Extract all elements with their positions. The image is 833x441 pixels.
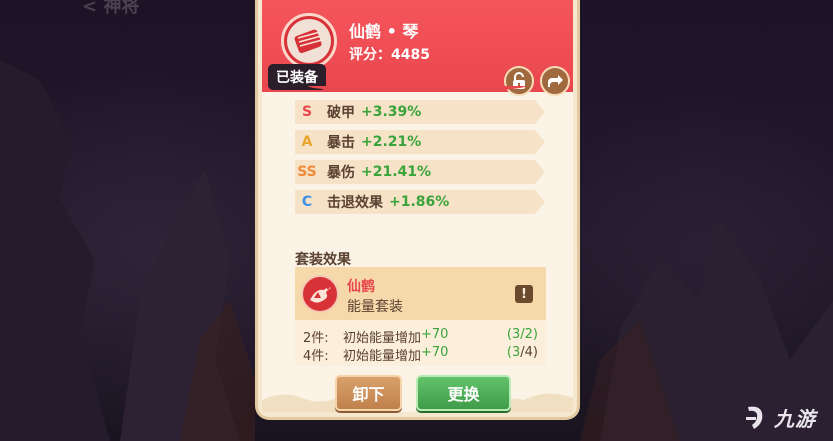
set-effect-header: 仙鹤 能量套装 ! [295,267,546,320]
replace-button[interactable]: 更换 [416,375,511,411]
bonus-text: 初始能量增加 [343,331,422,346]
set-name: 仙鹤 [347,279,375,295]
stat-name: 破甲 [327,105,355,121]
card-body: 仙鹤 • 琴 评分：4485 已装备 S 破甲 +3.39% A 暴击 +2.2… [262,0,573,412]
stat-value: +1.86% [389,194,450,210]
stat-grade: C [301,194,313,210]
bonus-progress-required: /2) [520,327,538,342]
stat-row: C 击退效果 +1.86% [295,190,545,214]
stat-row: SS 暴伤 +21.41% [295,160,545,184]
stat-grade: SS [297,164,317,180]
equipment-detail-card: 仙鹤 • 琴 评分：4485 已装备 S 破甲 +3.39% A 暴击 +2.2… [255,0,580,420]
set-bonus-row: 4件: 初始能量增加 +70 (3/4) [303,345,538,364]
stat-name: 暴伤 [327,165,355,181]
score-value: 4485 [391,47,430,63]
stat-value: +2.21% [361,134,422,150]
watermark-text: 九游 [774,406,816,431]
stat-name: 击退效果 [327,195,383,211]
stat-grade: A [301,134,313,150]
bonus-pieces: 4件: [303,349,329,364]
set-effect-title: 套装效果 [295,252,351,268]
card-header: 仙鹤 • 琴 评分：4485 已装备 [262,0,573,100]
jiuyou-logo-icon [746,406,763,429]
bonus-progress: (3/4) [507,345,538,364]
share-icon [548,75,563,87]
unequip-button[interactable]: 卸下 [335,375,402,411]
share-button[interactable] [540,66,570,96]
bonus-pieces: 2件: [303,331,329,346]
set-type: 能量套装 [347,299,403,315]
set-icon [301,275,339,313]
bonus-value: +70 [421,327,449,342]
stat-row: A 暴击 +2.21% [295,130,545,154]
bonus-progress-current: (3 [506,345,521,360]
bonus-progress-required: /4) [520,345,538,360]
lock-button[interactable] [504,66,534,96]
stat-value: +21.41% [361,164,432,180]
bonus-progress: (3/2) [507,327,538,346]
set-effect-panel: 仙鹤 能量套装 ! 2件: 初始能量增加 +70 (3/2) 4件: 初始能量增… [295,267,546,366]
unlock-icon [513,72,525,89]
back-nav-label[interactable]: < 神将 [82,0,139,18]
bonus-value: +70 [421,345,449,360]
equipped-badge: 已装备 [268,64,326,90]
set-bonus-row: 2件: 初始能量增加 +70 (3/2) [303,327,538,346]
stat-name: 暴击 [327,135,355,151]
item-avatar [281,13,337,69]
set-info-button[interactable]: ! [515,285,533,303]
stat-value: +3.39% [361,104,422,120]
item-name: 仙鹤 • 琴 [349,22,419,41]
bonus-text: 初始能量增加 [343,349,422,364]
watermark: 九游 [742,402,828,432]
item-score: 评分：4485 [349,44,430,64]
crane-icon [310,286,331,303]
score-label: 评分： [349,47,391,63]
stat-row: S 破甲 +3.39% [295,100,545,124]
bonus-progress-current: (3 [506,327,521,342]
guqin-instrument-icon [294,29,323,54]
stat-grade: S [301,104,313,120]
